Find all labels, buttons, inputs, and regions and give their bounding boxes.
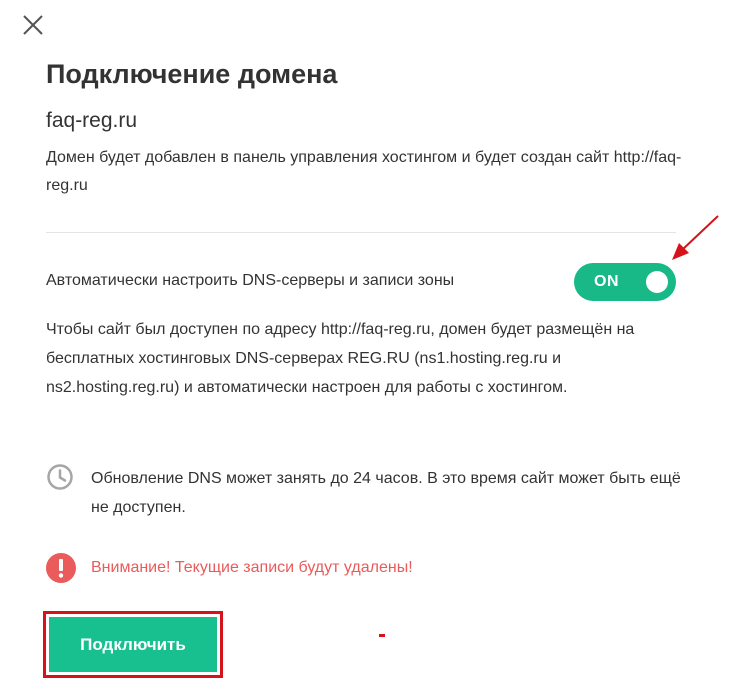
clock-icon <box>47 464 73 490</box>
warning-text: Внимание! Текущие записи будут удалены! <box>91 559 413 576</box>
dns-auto-toggle[interactable]: ON <box>574 263 676 301</box>
dns-info-text: Чтобы сайт был доступен по адресу http:/… <box>46 321 635 396</box>
toggle-state-text: ON <box>594 273 619 290</box>
connect-domain-modal: Подключение домена faq-reg.ru Домен буде… <box>0 0 734 692</box>
toggle-knob <box>646 271 668 293</box>
modal-title: Подключение домена <box>46 59 338 89</box>
connect-button[interactable]: Подключить <box>49 617 217 672</box>
dns-update-notice: Обновление DNS может занять до 24 часов.… <box>91 470 681 516</box>
annotation-arrow-icon <box>672 215 719 260</box>
annotation-dot <box>379 634 385 637</box>
domain-name: faq-reg.ru <box>46 109 138 132</box>
modal-description: Домен будет добавлен в панель управления… <box>46 149 682 194</box>
divider <box>46 232 676 233</box>
dns-toggle-label: Автоматически настроить DNS-серверы и за… <box>46 272 455 289</box>
close-icon[interactable] <box>20 12 46 38</box>
exclamation-icon <box>46 553 76 583</box>
